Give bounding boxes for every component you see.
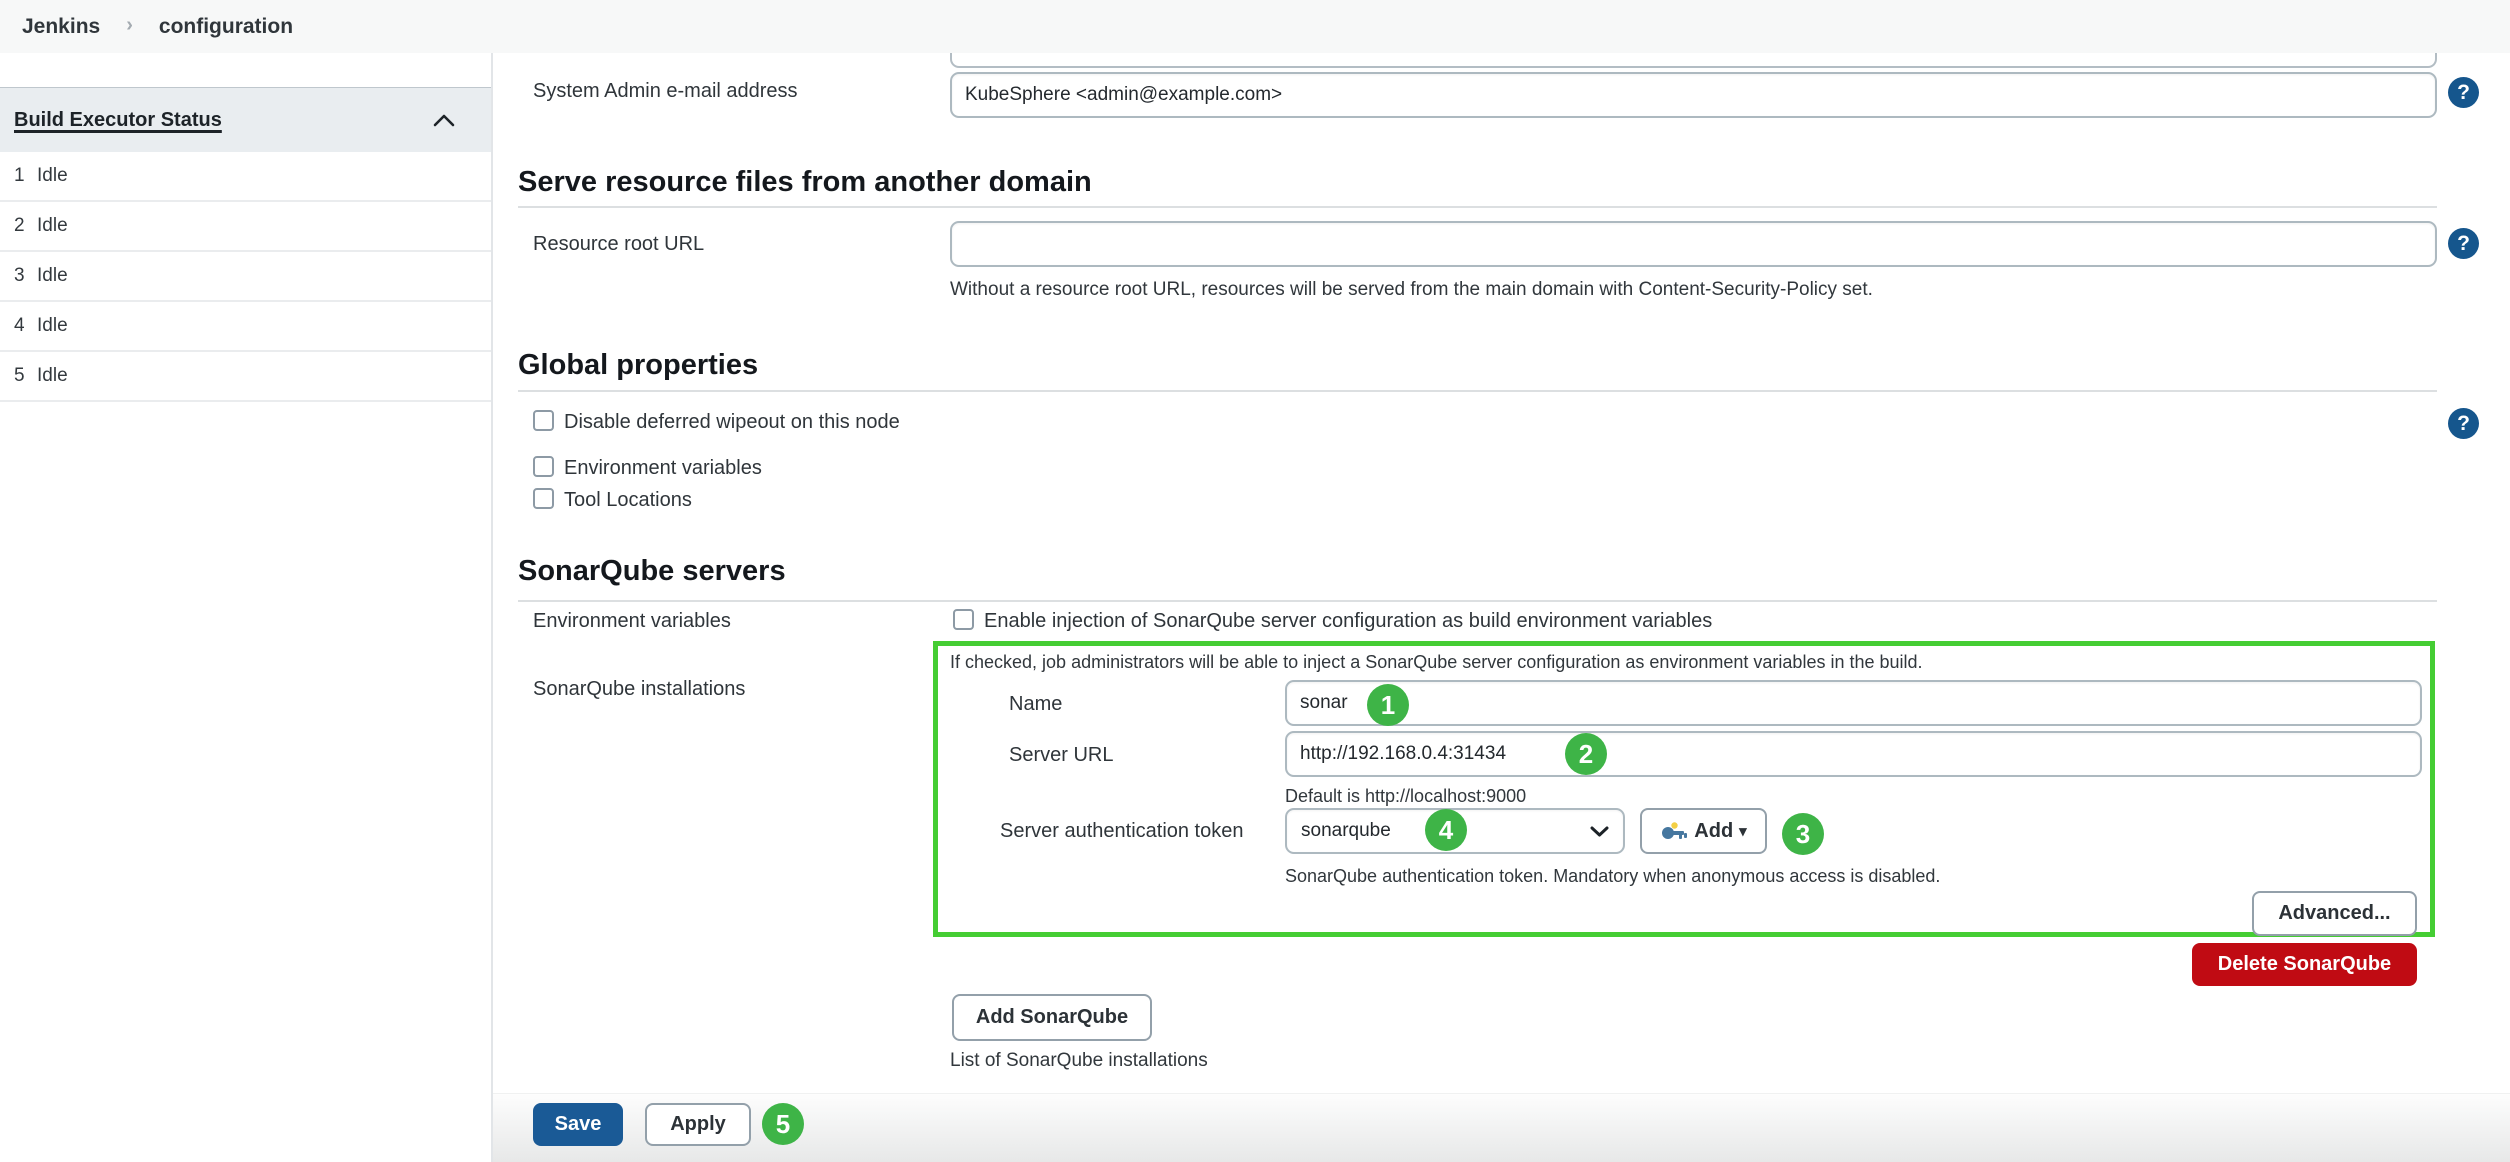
delete-sonarqube-button[interactable]: Delete SonarQube	[2192, 943, 2417, 986]
bottom-action-bar	[493, 1093, 2510, 1162]
resource-root-help-text: Without a resource root URL, resources w…	[950, 279, 1873, 300]
auth-token-label: Server authentication token	[1000, 820, 1244, 842]
environment-variables-label: Environment variables	[564, 457, 762, 479]
server-url-help-text: Default is http://localhost:9000	[1285, 786, 1527, 806]
sonarqube-installations-label: SonarQube installations	[533, 678, 746, 700]
tool-locations-checkbox[interactable]	[533, 488, 554, 509]
enable-injection-checkbox[interactable]	[953, 609, 974, 630]
system-admin-email-label: System Admin e-mail address	[533, 80, 798, 102]
global-properties-section-title: Global properties	[518, 349, 759, 381]
installation-name-input[interactable]	[1285, 680, 2422, 726]
add-token-button-label: Add	[1694, 819, 1734, 842]
clipped-field-above[interactable]	[950, 53, 2437, 68]
environment-variables-checkbox[interactable]	[533, 456, 554, 477]
disable-deferred-wipeout-checkbox[interactable]	[533, 410, 554, 431]
select-chevron-down-icon	[1590, 826, 1609, 836]
disable-deferred-wipeout-label: Disable deferred wipeout on this node	[564, 411, 900, 433]
key-icon	[1662, 822, 1688, 839]
section-divider	[518, 600, 2437, 602]
help-icon[interactable]: ?	[2448, 228, 2479, 259]
advanced-button[interactable]: Advanced...	[2252, 891, 2417, 936]
apply-button[interactable]: Apply	[645, 1103, 751, 1146]
serve-resources-section-title: Serve resource files from another domain	[518, 166, 1092, 198]
auth-token-select[interactable]: sonarqube	[1285, 808, 1625, 854]
sq-environment-variables-label: Environment variables	[533, 610, 731, 632]
caret-down-icon: ▾	[1739, 823, 1747, 840]
tool-locations-label: Tool Locations	[564, 489, 692, 511]
auth-token-selected-value: sonarqube	[1301, 820, 1391, 841]
section-divider	[518, 390, 2437, 392]
resource-root-url-label: Resource root URL	[533, 233, 705, 255]
auth-token-help-text: SonarQube authentication token. Mandator…	[1285, 866, 1941, 886]
installation-name-label: Name	[1009, 693, 1063, 715]
configuration-form: System Admin e-mail address ? Serve reso…	[0, 0, 2510, 1162]
sonarqube-servers-section-title: SonarQube servers	[518, 555, 786, 587]
add-token-button[interactable]: Add ▾	[1640, 808, 1767, 854]
annotation-badge-3: 3	[1782, 813, 1824, 855]
server-url-input[interactable]	[1285, 731, 2422, 777]
enable-injection-help-text: If checked, job administrators will be a…	[950, 652, 1923, 672]
save-button[interactable]: Save	[533, 1103, 623, 1146]
server-url-label: Server URL	[1009, 744, 1114, 766]
jenkins-configuration-page: Jenkins › configuration Build Executor S…	[0, 0, 2510, 1162]
help-icon[interactable]: ?	[2448, 77, 2479, 108]
enable-injection-label: Enable injection of SonarQube server con…	[984, 610, 1713, 632]
help-icon[interactable]: ?	[2448, 408, 2479, 439]
installations-list-caption: List of SonarQube installations	[950, 1050, 1208, 1071]
add-sonarqube-button[interactable]: Add SonarQube	[952, 994, 1152, 1041]
system-admin-email-input[interactable]	[950, 72, 2437, 118]
resource-root-url-input[interactable]	[950, 221, 2437, 267]
section-divider	[518, 206, 2437, 208]
